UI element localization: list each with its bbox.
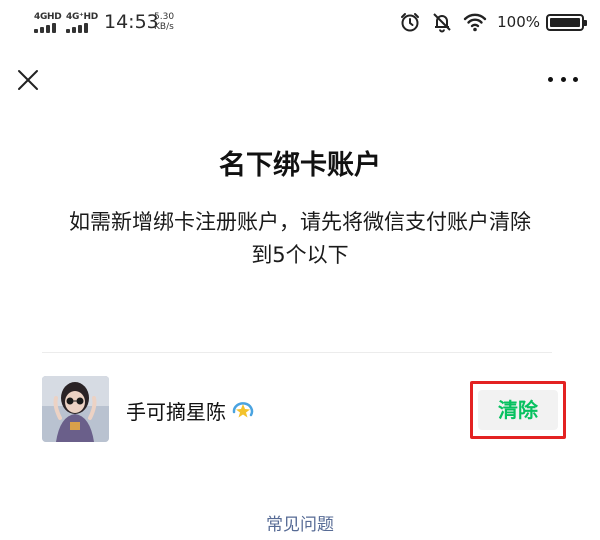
signal-bars-icon: [34, 23, 62, 33]
screen: 4GHD 4G⁺HD 14:53 5.30 KB/s 100% 名下绑卡账户 如…: [0, 0, 600, 540]
description-line-1: 如需新增绑卡注册账户，请先将微信支付账户清除: [69, 210, 531, 234]
page-title: 名下绑卡账户: [219, 150, 381, 181]
clock-time: 14:53: [104, 11, 159, 33]
network-speed-value: 5.30: [154, 12, 175, 22]
description-line-2: 到5个以下: [251, 243, 349, 267]
battery-icon: [546, 13, 587, 31]
signal-label: 4G⁺HD: [66, 12, 98, 22]
signal-indicator-sim1: 4GHD: [34, 12, 64, 34]
dizzy-star-emoji-icon: [230, 400, 256, 422]
page-description: 如需新增绑卡注册账户，请先将微信支付账户清除 到5个以下: [40, 206, 560, 272]
clear-button[interactable]: 清除: [478, 390, 558, 430]
network-speed: 5.30 KB/s: [154, 12, 184, 32]
close-icon: [18, 70, 38, 90]
status-icons: 100%: [399, 10, 587, 34]
account-row: 手可摘星陈 清除: [42, 376, 566, 444]
divider: [42, 352, 552, 353]
signal-label: 4GHD: [34, 12, 62, 22]
signal-bars-icon: [66, 23, 94, 33]
account-nickname: 手可摘星陈: [126, 396, 256, 425]
close-button[interactable]: [16, 68, 40, 92]
battery-percentage: 100%: [497, 13, 540, 31]
more-dots-icon: [548, 76, 553, 82]
status-bar: 4GHD 4G⁺HD 14:53 5.30 KB/s 100%: [0, 0, 600, 44]
alarm-icon: [399, 11, 421, 33]
more-options-button[interactable]: [548, 72, 578, 86]
nickname-text: 手可摘星陈: [126, 400, 226, 424]
avatar: [42, 376, 109, 442]
signal-indicator-sim2: 4G⁺HD: [66, 12, 98, 34]
faq-link[interactable]: 常见问题: [0, 510, 600, 535]
network-speed-unit: KB/s: [154, 22, 174, 32]
mute-bell-icon: [431, 11, 453, 33]
wifi-icon: [463, 12, 487, 32]
